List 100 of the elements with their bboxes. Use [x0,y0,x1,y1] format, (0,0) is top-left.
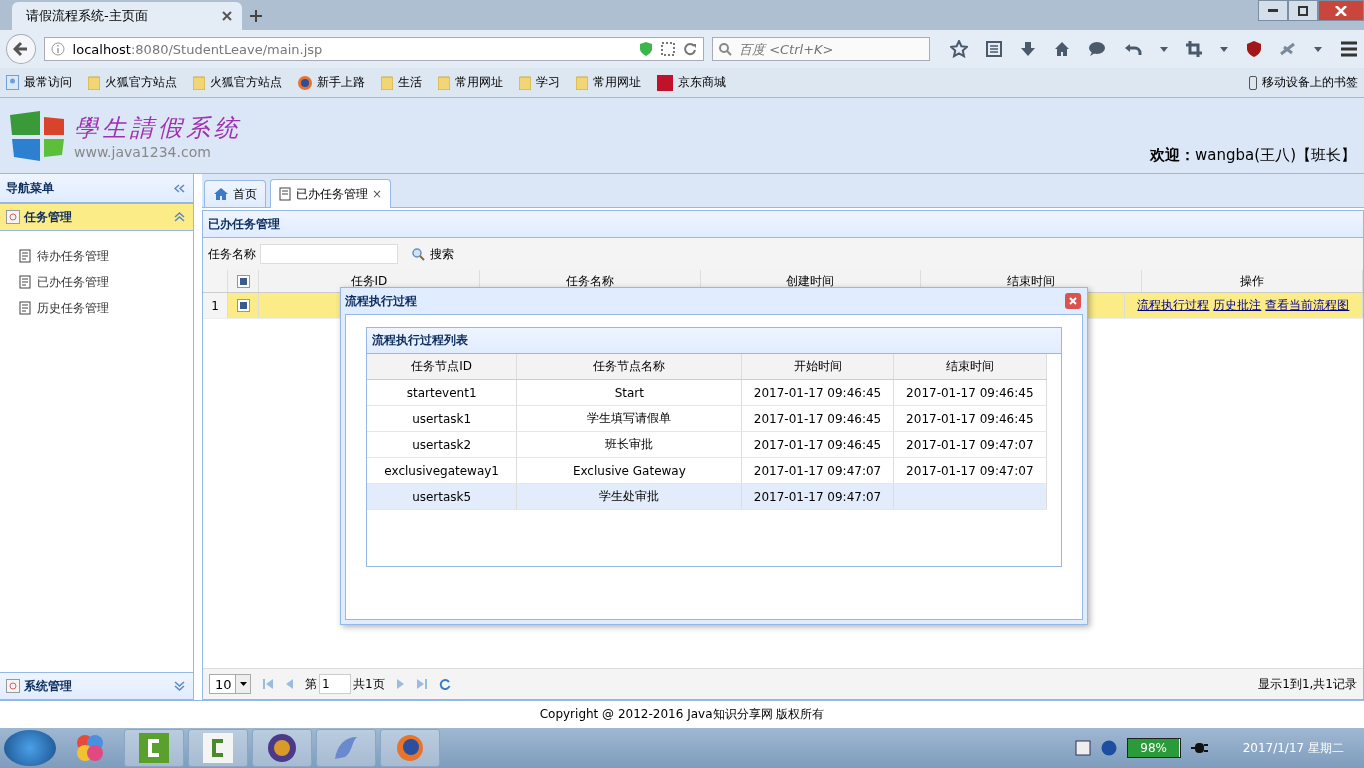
accordion-header[interactable]: 任务管理 [0,203,193,231]
plug-icon[interactable] [1190,742,1209,754]
close-icon[interactable] [1065,293,1081,309]
table-row[interactable]: usertask5 学生处审批 2017-01-17 09:47:07 [367,484,1047,510]
page-tab[interactable]: 首页 [204,180,266,207]
app-icon[interactable] [252,729,312,767]
page-total: 共1页 [353,675,385,693]
page-size-select[interactable]: 10 [209,674,251,694]
back-arrow-icon[interactable] [12,41,29,57]
reload-icon[interactable] [683,42,697,56]
page-number-field[interactable]: 1 [319,674,351,694]
menu-item[interactable]: 已办任务管理 [0,269,193,295]
panel-title: 已办任务管理 [203,210,1363,238]
column-header[interactable]: 操作 [1142,270,1363,292]
download-icon[interactable] [1020,41,1036,57]
home-icon[interactable] [1054,41,1070,57]
chat-icon[interactable] [1088,41,1106,57]
reading-list-icon[interactable] [986,41,1002,57]
bookmark-link[interactable]: 学习 [519,74,560,91]
collapse-icon[interactable] [174,212,185,222]
expand-icon[interactable] [174,681,185,691]
bookmark-link[interactable]: 常用网址 [576,74,641,91]
menu-item[interactable]: 待办任务管理 [0,243,193,269]
welcome-text: 欢迎：wangba(王八)【班长】 [1150,146,1356,165]
checkbox[interactable] [236,299,250,312]
logo-icon [657,74,673,91]
folder-icon [193,75,205,90]
collapse-icon[interactable] [174,183,185,193]
tab-label: 首页 [233,185,257,203]
globe-icon [298,75,312,90]
caret-icon[interactable] [1160,46,1168,52]
search-button[interactable]: 搜索 [408,243,458,265]
table-cell: usertask1 [412,411,472,426]
table-cell: Exclusive Gateway [572,463,686,478]
shield-icon[interactable] [1246,40,1262,58]
bookmark-link[interactable]: 移动设备上的书签 [1249,74,1358,91]
table-cell: Start [614,385,644,400]
table-cell: 2017-01-17 09:46:45 [906,385,1034,400]
action-link[interactable]: 历史批注 [1213,297,1262,314]
action-link[interactable]: 流程执行过程 [1137,297,1210,314]
column-header[interactable]: 结束时间 [893,354,1047,379]
page-tab[interactable]: 已办任务管理 × [270,179,392,208]
search-icon [412,247,425,261]
table-cell: 2017-01-17 09:46:45 [753,385,882,400]
close-window-icon[interactable] [1318,0,1364,21]
tray-icon[interactable] [1074,740,1091,756]
caret-icon[interactable] [1220,46,1228,52]
table-row[interactable]: usertask1 学生填写请假单 2017-01-17 09:46:45 2017-01-17 09:46:45 [367,406,1047,432]
address-bar[interactable]: localhost:8080/StudentLeave/main.jsp [43,37,704,61]
column-header[interactable]: 任务节点名称 [517,354,743,379]
search-field[interactable] [260,244,398,264]
table-row[interactable]: usertask2 班长审批 2017-01-17 09:46:45 2017-01-17 09:47:07 [367,432,1047,458]
bookmark-link[interactable]: 常用网址 [438,74,503,91]
table-row[interactable]: startevent1 Start 2017-01-17 09:46:45 2017-01-17 09:46:45 [367,380,1047,406]
bookmark-link[interactable]: 京东商城 [657,74,726,91]
logo-title: 學生請假系统 [74,112,242,144]
logo-subtitle: www.java1234.com [74,143,212,160]
table-cell: 学生填写请假单 [587,410,672,427]
column-header[interactable]: 任务节点ID [367,354,518,379]
bookmark-link[interactable]: 火狐官方站点 [88,74,177,91]
column-header[interactable]: 开始时间 [742,354,894,379]
document-icon [279,187,292,201]
app-icon[interactable] [188,729,248,767]
battery-indicator[interactable]: 98% [1126,738,1181,758]
bookmark-link[interactable]: 新手上路 [298,74,365,91]
folder-icon [381,75,393,90]
minimize-icon[interactable] [1258,0,1288,21]
start-button[interactable] [4,730,56,766]
star-icon[interactable] [950,40,968,58]
table-cell: startevent1 [406,385,477,400]
close-icon[interactable]: × [372,187,383,201]
browser-tab[interactable]: 请假流程系统-主页面 [12,2,242,30]
app-icon[interactable] [124,729,184,767]
refresh-icon[interactable] [438,678,451,690]
new-tab-icon[interactable] [250,10,262,22]
bookmark-link[interactable]: 最常访问 [6,74,72,91]
folder-icon [88,75,100,90]
menu-icon[interactable] [1340,41,1358,57]
record-summary: 显示1到1,共1记录 [1258,675,1357,693]
restore-icon[interactable] [1288,0,1318,21]
tab-title: 请假流程系统-主页面 [26,7,148,25]
bookmark-link[interactable]: 生活 [381,74,422,91]
accordion-title: 任务管理 [24,208,73,226]
sidebar-title: 导航菜单 [6,179,54,197]
copyright-text: Copyright @ 2012-2016 Java知识分享网 版权所有 [539,706,825,723]
caret-icon[interactable] [1314,46,1322,52]
undo-icon[interactable] [1124,41,1142,57]
folder-icon [576,75,588,90]
close-icon[interactable] [222,11,232,21]
search-field[interactable]: 百度 <Ctrl+K> [712,37,930,61]
checkbox[interactable] [236,274,250,288]
action-link[interactable]: 查看当前流程图 [1265,297,1350,314]
dialog-title: 流程执行过程 [345,292,418,310]
browser-icon[interactable] [380,729,440,767]
back-button[interactable] [6,34,36,64]
accordion-header[interactable]: 系统管理 [0,672,193,700]
menu-item[interactable]: 历史任务管理 [0,295,193,321]
caret-icon[interactable] [239,682,247,686]
bookmark-link[interactable]: 火狐官方站点 [193,74,282,91]
crop-icon[interactable] [1186,41,1202,57]
